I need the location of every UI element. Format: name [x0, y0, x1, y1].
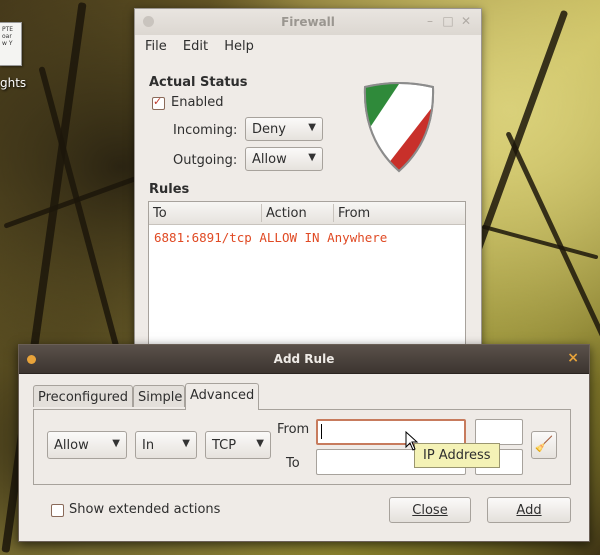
dropdown-arrow-icon: ▼: [112, 438, 120, 449]
outgoing-value: Allow: [252, 152, 287, 167]
status-heading: Actual Status: [149, 75, 248, 90]
document-icon: PTE oar w Y: [0, 22, 22, 66]
protocol-combo[interactable]: TCP ▼: [205, 431, 271, 459]
maximize-icon[interactable]: □: [441, 14, 455, 28]
column-from[interactable]: From: [338, 206, 370, 221]
wallpaper-branch: [505, 131, 600, 369]
wallpaper-branch: [481, 224, 599, 260]
rules-header: To Action From: [149, 202, 465, 225]
direction-value: In: [142, 438, 155, 453]
extended-actions-label[interactable]: Show extended actions: [69, 502, 220, 517]
action-combo[interactable]: Allow ▼: [47, 431, 127, 459]
desktop-icon-label: ghts: [0, 76, 27, 90]
ip-address-tooltip: IP Address: [414, 443, 500, 468]
table-row[interactable]: 6881:6891/tcp ALLOW IN Anywhere: [154, 230, 387, 245]
rules-list[interactable]: To Action From 6881:6891/tcp ALLOW IN An…: [148, 201, 466, 353]
text-caret: [321, 424, 322, 439]
enabled-label[interactable]: Enabled: [171, 95, 224, 110]
firewall-window: Firewall – □ ✕ File Edit Help Actual Sta…: [134, 8, 482, 360]
desktop-file-icon[interactable]: PTE oar w Y: [0, 22, 22, 68]
add-button[interactable]: Add: [487, 497, 571, 523]
dialog-title: Add Rule: [273, 352, 335, 366]
firewall-shield-icon: [363, 82, 435, 173]
icon-text-line: w Y: [2, 40, 13, 47]
rule-from: Anywhere: [327, 230, 388, 245]
minimize-icon[interactable]: –: [423, 14, 437, 28]
column-to[interactable]: To: [153, 206, 167, 221]
close-button-label: Close: [412, 503, 448, 518]
close-icon[interactable]: ✕: [459, 14, 473, 28]
rule-action: ALLOW IN: [259, 230, 320, 245]
menu-edit[interactable]: Edit: [183, 39, 208, 54]
incoming-value: Deny: [252, 122, 286, 137]
action-value: Allow: [54, 438, 89, 453]
column-action[interactable]: Action: [266, 206, 307, 221]
icon-text-line: oar: [2, 33, 12, 40]
menubar: File Edit Help: [145, 39, 266, 54]
mouse-cursor-icon: [405, 431, 419, 451]
extended-actions-checkbox[interactable]: [51, 504, 64, 517]
from-label: From: [277, 422, 310, 437]
incoming-label: Incoming:: [173, 123, 238, 138]
tab-advanced[interactable]: Advanced: [185, 383, 259, 410]
tab-simple[interactable]: Simple: [133, 385, 185, 407]
from-ip-input[interactable]: [316, 419, 466, 445]
to-label: To: [286, 456, 300, 471]
menu-help[interactable]: Help: [224, 39, 254, 54]
close-button[interactable]: Close: [389, 497, 471, 523]
tab-preconfigured[interactable]: Preconfigured: [33, 385, 133, 407]
add-button-label: Add: [516, 503, 542, 518]
incoming-combo[interactable]: Deny ▼: [245, 117, 323, 141]
close-icon[interactable]: ×: [567, 350, 579, 366]
icon-text-line: PTE: [2, 26, 14, 33]
protocol-value: TCP: [212, 438, 237, 453]
clean-broom-icon[interactable]: 🧹: [531, 431, 557, 459]
dropdown-arrow-icon: ▼: [182, 438, 190, 449]
rules-heading: Rules: [149, 182, 190, 197]
dialog-titlebar[interactable]: Add Rule ×: [19, 345, 589, 374]
outgoing-label: Outgoing:: [173, 153, 238, 168]
outgoing-combo[interactable]: Allow ▼: [245, 147, 323, 171]
enabled-checkbox[interactable]: [152, 95, 165, 110]
firewall-titlebar[interactable]: Firewall – □ ✕: [135, 9, 481, 35]
dropdown-arrow-icon: ▼: [308, 122, 316, 133]
dropdown-arrow-icon: ▼: [256, 438, 264, 449]
dropdown-arrow-icon: ▼: [308, 152, 316, 163]
menu-file[interactable]: File: [145, 39, 167, 54]
add-rule-dialog: Add Rule × Preconfigured Simple Advanced…: [18, 344, 590, 542]
from-port-input[interactable]: [475, 419, 523, 445]
direction-combo[interactable]: In ▼: [135, 431, 197, 459]
rule-to: 6881:6891/tcp: [154, 230, 252, 245]
